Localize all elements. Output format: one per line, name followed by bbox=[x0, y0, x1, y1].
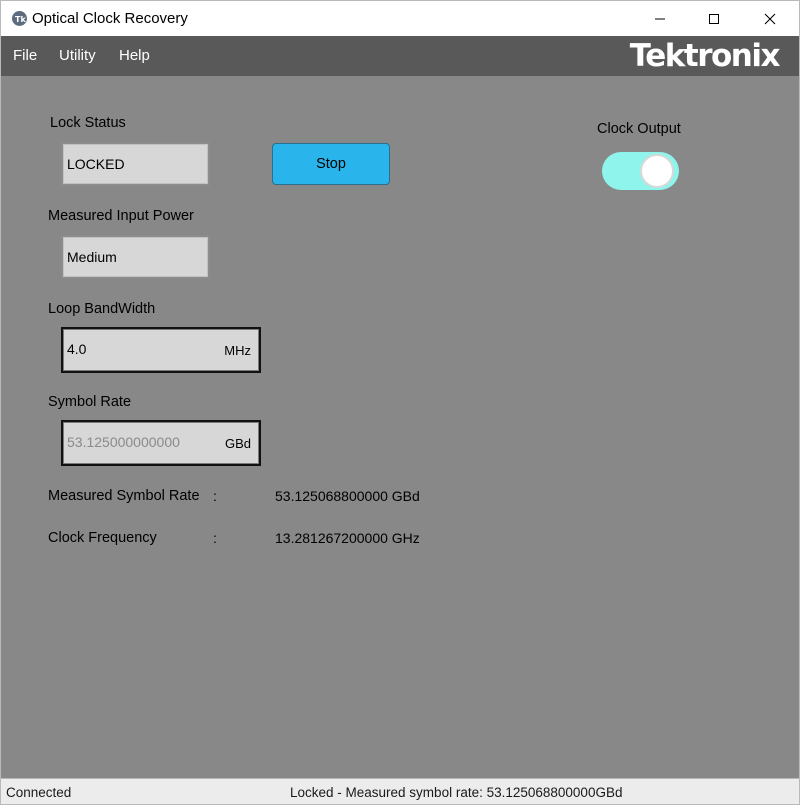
measured-symbol-rate-value: 53.125068800000 GBd bbox=[275, 488, 420, 504]
input-power-label: Measured Input Power bbox=[48, 208, 194, 224]
status-bar: Connected Locked - Measured symbol rate:… bbox=[1, 778, 799, 804]
window-title: Optical Clock Recovery bbox=[32, 10, 188, 27]
svg-text:Tk: Tk bbox=[15, 15, 26, 24]
symbol-rate-unit: GBd bbox=[224, 436, 251, 451]
minimize-button[interactable] bbox=[637, 1, 683, 36]
stop-button[interactable]: Stop bbox=[272, 143, 390, 185]
maximize-button[interactable] bbox=[691, 1, 737, 36]
loop-bandwidth-input[interactable]: 4.0 MHz bbox=[61, 327, 261, 373]
lock-status-label: Lock Status bbox=[50, 115, 126, 131]
tektronix-logo: Tektronix bbox=[629, 38, 781, 74]
clock-frequency-label: Clock Frequency bbox=[48, 530, 157, 546]
input-power-field: Medium bbox=[61, 235, 210, 279]
menu-utility[interactable]: Utility bbox=[59, 47, 96, 64]
measured-symbol-rate-label: Measured Symbol Rate bbox=[48, 488, 200, 504]
clock-output-label: Clock Output bbox=[597, 121, 681, 137]
connection-status: Connected bbox=[6, 785, 72, 800]
close-button[interactable] bbox=[747, 1, 793, 36]
menu-bar: File Utility Help Tektronix bbox=[1, 36, 799, 76]
loop-bandwidth-label: Loop BandWidth bbox=[48, 301, 156, 317]
maximize-icon bbox=[709, 14, 719, 24]
menu-help[interactable]: Help bbox=[119, 47, 150, 64]
measured-symbol-rate-separator: : bbox=[213, 488, 217, 504]
symbol-rate-label: Symbol Rate bbox=[48, 394, 132, 410]
toggle-knob bbox=[640, 154, 674, 188]
symbol-rate-value: 53.125000000000 bbox=[67, 434, 180, 450]
clock-output-toggle[interactable] bbox=[602, 152, 679, 190]
menu-file[interactable]: File bbox=[13, 47, 37, 64]
input-power-value: Medium bbox=[67, 249, 117, 265]
title-bar[interactable]: Tk Optical Clock Recovery bbox=[1, 1, 799, 36]
close-icon bbox=[764, 13, 776, 25]
app-window: Tk Optical Clock Recovery File Utility H… bbox=[0, 0, 800, 805]
loop-bandwidth-value: 4.0 bbox=[67, 341, 87, 357]
symbol-rate-input[interactable]: 53.125000000000 GBd bbox=[61, 420, 261, 466]
tektronix-app-icon: Tk bbox=[12, 11, 27, 26]
minimize-icon bbox=[655, 18, 665, 20]
lock-status-value: LOCKED bbox=[67, 156, 125, 172]
status-message: Locked - Measured symbol rate: 53.125068… bbox=[290, 785, 623, 800]
clock-frequency-separator: : bbox=[213, 530, 217, 546]
lock-status-field: LOCKED bbox=[61, 142, 210, 186]
loop-bandwidth-unit: MHz bbox=[224, 343, 251, 358]
clock-frequency-value: 13.281267200000 GHz bbox=[275, 530, 420, 546]
